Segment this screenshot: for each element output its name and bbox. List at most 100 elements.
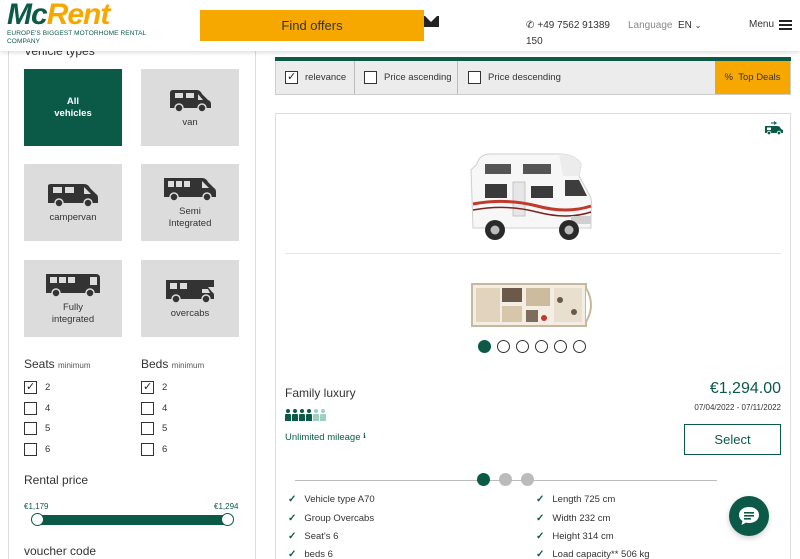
chevron-down-icon: ⌄ <box>694 21 702 30</box>
specs-dot[interactable] <box>499 473 512 486</box>
person-icon <box>313 409 319 421</box>
spec-text: Vehicle type A70 <box>304 494 375 505</box>
spec-item: ✓ Height 314 cm <box>536 531 614 542</box>
language-select[interactable]: EN ⌄ <box>678 20 701 31</box>
spec-text: Load capacity** 506 kg <box>552 549 650 559</box>
beds-option-5[interactable]: 5 <box>141 422 167 435</box>
beds-label: Beds <box>141 357 169 371</box>
checkbox[interactable] <box>141 443 154 456</box>
vehicle-type-fully-integrated[interactable]: Fully integrated <box>24 260 122 337</box>
seats-filter-label: Seats minimum <box>24 357 90 371</box>
check-icon: ✓ <box>288 549 297 559</box>
mileage-label: Unlimited mileage <box>285 432 361 443</box>
seats-option-label: 2 <box>45 382 51 393</box>
specs-dot[interactable] <box>477 473 490 486</box>
beds-option-4[interactable]: 4 <box>141 402 167 415</box>
seats-option-5[interactable]: 5 <box>24 422 50 435</box>
sort-price-ascending[interactable]: Price ascending <box>364 61 458 94</box>
menu-button[interactable]: Menu <box>749 19 793 30</box>
carousel-dot[interactable] <box>535 340 548 353</box>
vehicle-type-label: van <box>182 116 198 128</box>
phone-number[interactable]: ✆ +49 7562 91389 150 <box>526 18 621 50</box>
compare-vehicle-icon[interactable] <box>763 121 785 135</box>
mcrent-logo[interactable]: McRent EUROPE'S BIGGEST MOTORHOME RENTAL… <box>7 0 147 46</box>
sort-price-descending[interactable]: Price descending <box>468 61 716 94</box>
vehicle-type-overcabs[interactable]: overcabs <box>141 260 239 337</box>
vehicle-type-all[interactable]: All vehicles <box>24 69 122 146</box>
checkbox[interactable] <box>24 422 37 435</box>
vehicle-type-label: Integrated <box>168 217 212 229</box>
checkbox[interactable] <box>141 402 154 415</box>
spec-item: ✓ Vehicle type A70 <box>288 494 375 505</box>
price-max-value: €1,294 <box>214 502 239 511</box>
spec-item: ✓ Seat's 6 <box>288 531 338 542</box>
specs-carousel-dots <box>477 473 534 486</box>
beds-option-2[interactable]: 2 <box>141 380 168 394</box>
vehicle-name: Family luxury <box>285 386 356 400</box>
sort-relevance-label: relevance <box>305 72 347 83</box>
carousel-dot[interactable] <box>478 340 491 353</box>
seats-option-2[interactable]: 2 <box>24 380 51 394</box>
sort-price-asc-label: Price ascending <box>384 72 452 83</box>
rental-dates: 07/04/2022 - 07/11/2022 <box>694 403 781 412</box>
checkbox[interactable] <box>364 71 377 84</box>
vehicle-type-campervan[interactable]: campervan <box>24 164 122 241</box>
sort-relevance[interactable]: relevance <box>285 61 355 94</box>
chat-icon <box>739 507 759 525</box>
vehicle-type-semi-integrated[interactable]: Semi Integrated <box>141 164 239 241</box>
floorplan-image[interactable] <box>470 282 598 328</box>
top-deals-label: Top Deals <box>738 72 781 83</box>
beds-option-label: 2 <box>162 382 168 393</box>
seats-option-4[interactable]: 4 <box>24 402 50 415</box>
beds-filter-label: Beds minimum <box>141 357 204 371</box>
person-icon <box>320 409 326 421</box>
motorhome-image[interactable] <box>467 150 597 246</box>
carousel-dot[interactable] <box>554 340 567 353</box>
rental-price-label: Rental price <box>24 473 89 487</box>
persons-icon-group <box>285 409 326 421</box>
checkbox[interactable] <box>24 402 37 415</box>
checkbox[interactable] <box>468 71 481 84</box>
checkbox[interactable] <box>24 380 37 394</box>
semi-integrated-icon <box>164 177 216 202</box>
mail-icon[interactable] <box>424 16 439 27</box>
top-deals-button[interactable]: % Top Deals <box>715 61 790 94</box>
spec-text: Length 725 cm <box>552 494 616 505</box>
vehicle-type-label: All <box>66 95 80 107</box>
check-icon: ✓ <box>288 531 297 542</box>
person-icon <box>299 409 305 421</box>
checkbox[interactable] <box>285 70 298 84</box>
specs-dot[interactable] <box>521 473 534 486</box>
spec-item: ✓ Load capacity** 506 kg <box>536 549 650 559</box>
percent-icon: % <box>724 72 733 83</box>
voucher-code-label: voucher code <box>24 544 97 558</box>
seats-option-6[interactable]: 6 <box>24 443 50 456</box>
checkbox[interactable] <box>141 422 154 435</box>
find-offers-button[interactable]: Find offers <box>200 10 424 41</box>
carousel-dot[interactable] <box>497 340 510 353</box>
check-icon: ✓ <box>536 531 545 542</box>
checkbox[interactable] <box>141 380 154 394</box>
price-slider-min-handle[interactable] <box>31 513 44 526</box>
price-slider-track[interactable] <box>38 515 228 525</box>
spec-text: Height 314 cm <box>552 531 614 542</box>
language-label: Language <box>628 20 673 31</box>
beds-option-6[interactable]: 6 <box>141 443 167 456</box>
info-icon[interactable]: ℹ <box>363 433 366 440</box>
carousel-dot[interactable] <box>573 340 586 353</box>
seats-option-label: 5 <box>45 423 51 434</box>
logo-rent: Rent <box>46 0 111 31</box>
header: McRent EUROPE'S BIGGEST MOTORHOME RENTAL… <box>0 0 800 51</box>
chat-button[interactable] <box>729 496 769 536</box>
seats-option-label: 4 <box>45 403 51 414</box>
select-vehicle-button[interactable]: Select <box>684 424 781 455</box>
spec-text: beds 6 <box>304 549 333 559</box>
price-slider-max-handle[interactable] <box>221 513 234 526</box>
check-icon: ✓ <box>288 494 297 505</box>
carousel-dot[interactable] <box>516 340 529 353</box>
vehicle-type-van[interactable]: van <box>141 69 239 146</box>
spec-text: Seat's 6 <box>304 531 339 542</box>
checkbox[interactable] <box>24 443 37 456</box>
image-carousel-dots <box>478 340 586 353</box>
hamburger-icon <box>779 19 793 30</box>
